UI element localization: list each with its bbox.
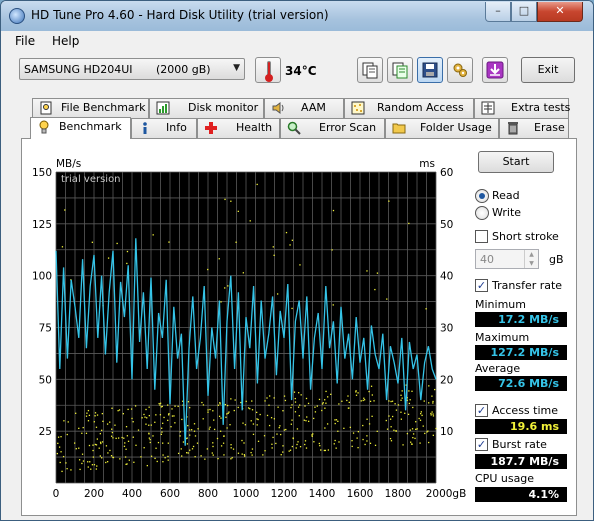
tab-aam[interactable]: AAM xyxy=(264,98,344,118)
drive-select[interactable]: SAMSUNG HD204UI (2000 gB) ▼ xyxy=(19,58,245,80)
benchmark-icon xyxy=(39,120,49,134)
folder-icon xyxy=(392,123,406,134)
tab-label: AAM xyxy=(301,101,326,114)
tab-label: Health xyxy=(236,121,273,134)
tab-label: Error Scan xyxy=(319,121,377,134)
tab-health[interactable]: Health xyxy=(197,118,280,138)
tab-folder-usage[interactable]: Folder Usage xyxy=(385,118,499,138)
tab-label: Info xyxy=(166,121,187,134)
download-button[interactable] xyxy=(482,57,508,83)
minimize-button[interactable]: – xyxy=(485,2,511,22)
menu-help[interactable]: Help xyxy=(52,34,79,48)
tab-info[interactable]: Info xyxy=(131,118,197,138)
minimum-label: Minimum xyxy=(475,298,526,311)
save-button[interactable] xyxy=(417,57,443,83)
tab-label: Extra tests xyxy=(511,101,571,114)
drive-size: (2000 gB) xyxy=(156,63,211,76)
random-access-icon xyxy=(351,101,365,115)
average-value: 72.6 MB/s xyxy=(475,376,567,391)
stepper-down-icon[interactable]: ▼ xyxy=(524,259,538,268)
options-button[interactable] xyxy=(447,57,473,83)
save-icon xyxy=(422,62,438,78)
tab-error-scan[interactable]: Error Scan xyxy=(280,118,385,138)
menu-file[interactable]: File xyxy=(15,34,35,48)
start-button[interactable]: Start xyxy=(478,151,554,173)
download-icon xyxy=(486,61,504,79)
cpu-usage-label: CPU usage xyxy=(475,472,535,485)
health-cross-icon xyxy=(205,122,217,134)
options-icon xyxy=(453,63,467,77)
copy-all-button[interactable] xyxy=(387,57,413,83)
tab-random-access[interactable]: Random Access xyxy=(344,98,474,118)
menu-bar: File Help xyxy=(1,31,593,51)
copy-button[interactable] xyxy=(357,57,383,83)
temperature-value: 34°C xyxy=(285,64,317,78)
copy-icon xyxy=(362,62,378,79)
disk-monitor-icon xyxy=(156,101,170,115)
access-time-value: 19.6 ms xyxy=(475,419,567,434)
read-label: Read xyxy=(492,189,520,202)
short-stroke-unit: gB xyxy=(549,253,564,266)
short-stroke-label: Short stroke xyxy=(492,230,559,243)
burst-rate-checkbox[interactable]: ✓ xyxy=(475,438,488,451)
transfer-rate-label: Transfer rate xyxy=(492,279,563,292)
minimum-value: 17.2 MB/s xyxy=(475,312,567,327)
short-stroke-value: 40 xyxy=(480,253,494,266)
write-label: Write xyxy=(492,206,522,219)
maximum-label: Maximum xyxy=(475,331,530,344)
extra-tests-icon xyxy=(481,101,495,115)
stepper-up-icon[interactable]: ▲ xyxy=(524,250,538,259)
transfer-rate-checkbox[interactable]: ✓ xyxy=(475,279,488,292)
short-stroke-stepper[interactable]: 40 ▲ ▼ xyxy=(475,249,539,269)
app-window: HD Tune Pro 4.60 - Hard Disk Utility (tr… xyxy=(0,0,594,521)
short-stroke-checkbox[interactable] xyxy=(475,230,488,243)
info-icon xyxy=(143,122,147,134)
copy-green-icon xyxy=(392,62,408,79)
tab-benchmark[interactable]: Benchmark xyxy=(30,117,131,139)
average-label: Average xyxy=(475,362,521,375)
file-benchmark-icon xyxy=(40,101,52,115)
tab-label: Benchmark xyxy=(59,120,122,133)
speaker-icon xyxy=(272,102,284,114)
cpu-usage-value: 4.1% xyxy=(475,487,567,502)
tab-disk-monitor[interactable]: Disk monitor xyxy=(149,98,264,118)
tab-label: Erase xyxy=(534,121,565,134)
maximum-value: 127.2 MB/s xyxy=(475,345,567,360)
access-time-checkbox[interactable]: ✓ xyxy=(475,404,488,417)
tab-label: Random Access xyxy=(377,101,464,114)
magnifier-icon xyxy=(287,121,301,135)
tab-file-benchmark[interactable]: File Benchmark xyxy=(32,98,149,118)
close-button[interactable]: ✕ xyxy=(537,2,583,22)
hdtune-app-icon xyxy=(9,8,25,24)
trash-icon xyxy=(508,122,518,135)
thermometer-icon xyxy=(255,57,281,83)
chevron-down-icon: ▼ xyxy=(233,63,240,73)
tab-label: Folder Usage xyxy=(420,121,492,134)
window-title: HD Tune Pro 4.60 - Hard Disk Utility (tr… xyxy=(31,8,329,22)
burst-rate-value: 187.7 MB/s xyxy=(475,454,567,469)
burst-rate-label: Burst rate xyxy=(492,438,547,451)
maximize-button[interactable]: □ xyxy=(511,2,537,22)
title-bar[interactable]: HD Tune Pro 4.60 - Hard Disk Utility (tr… xyxy=(1,1,593,31)
tab-extra-tests[interactable]: Extra tests xyxy=(474,98,571,118)
tab-label: Disk monitor xyxy=(188,101,259,114)
tab-label: File Benchmark xyxy=(61,101,146,114)
write-radio[interactable] xyxy=(475,206,489,220)
read-radio[interactable] xyxy=(475,189,489,203)
access-time-label: Access time xyxy=(492,404,559,417)
tab-erase[interactable]: Erase xyxy=(499,118,569,138)
exit-button[interactable]: Exit xyxy=(521,57,575,83)
drive-name: SAMSUNG HD204UI xyxy=(24,63,133,76)
